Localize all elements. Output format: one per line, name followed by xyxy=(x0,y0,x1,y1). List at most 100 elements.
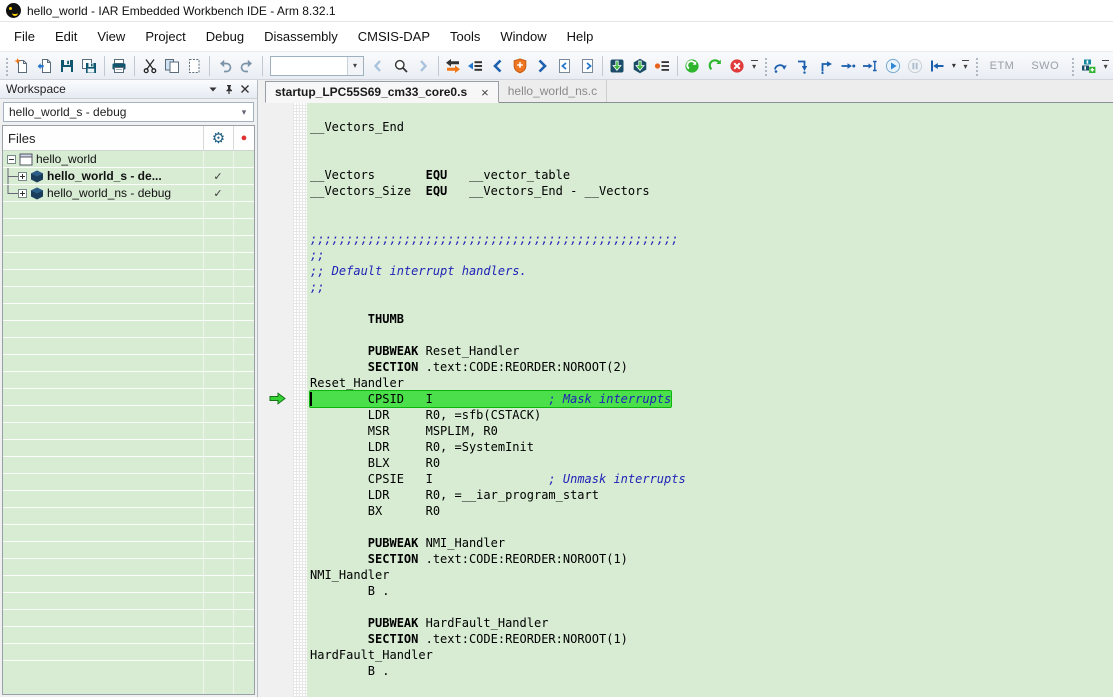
toolbar-button-swo[interactable]: SWO xyxy=(1023,55,1067,77)
configuration-dropdown[interactable]: hello_world_s - debug ▾ xyxy=(3,102,254,122)
copy-icon[interactable] xyxy=(161,54,182,77)
code-line: LDR R0, =sfb(CSTACK) xyxy=(310,407,1113,423)
editor-pane: startup_LPC55S69_cm33_core0.s× hello_worl… xyxy=(265,80,1113,697)
empty-row xyxy=(3,627,254,644)
settings-column-header[interactable]: ⚙ xyxy=(203,126,233,150)
new-document-icon[interactable] xyxy=(12,54,33,77)
find-previous-icon[interactable] xyxy=(368,54,389,77)
text-caret xyxy=(310,392,312,406)
empty-row xyxy=(3,338,254,355)
navigate-swap-icon[interactable] xyxy=(442,54,463,77)
debug-without-downloading-icon[interactable] xyxy=(629,54,650,77)
chevron-down-icon[interactable]: ▾ xyxy=(347,57,363,75)
toolbar-separator xyxy=(677,56,678,76)
find-combo-input[interactable] xyxy=(271,57,347,75)
save-all-icon[interactable] xyxy=(79,54,100,77)
find-next-icon[interactable] xyxy=(412,54,433,77)
breakpoint-margin[interactable] xyxy=(293,103,307,697)
expand-icon[interactable] xyxy=(18,172,27,181)
tree-item-hello-world[interactable]: hello_world xyxy=(3,151,254,168)
workspace-menu-button[interactable] xyxy=(205,82,221,97)
app-logo-icon xyxy=(6,3,21,18)
toolbar-overflow-button[interactable]: ▾ xyxy=(749,54,760,77)
tab-startup-lpc55s69-cm33-core0-s[interactable]: startup_LPC55S69_cm33_core0.s× xyxy=(265,81,499,103)
navigate-backward-icon[interactable] xyxy=(487,54,508,77)
code-line xyxy=(310,327,1113,343)
files-tree: hello_worldhello_world_s - de...✓hello_w… xyxy=(3,151,254,661)
menu-cmsis-dap[interactable]: CMSIS-DAP xyxy=(348,22,440,51)
empty-row xyxy=(3,406,254,423)
next-statement-icon[interactable] xyxy=(837,54,858,77)
close-icon[interactable]: × xyxy=(481,86,489,99)
toggle-bookmark-icon[interactable] xyxy=(509,54,530,77)
empty-row xyxy=(3,236,254,253)
editor-gutter[interactable] xyxy=(265,103,307,697)
menu-debug[interactable]: Debug xyxy=(196,22,254,51)
empty-row xyxy=(3,253,254,270)
code-line: CPSIE I ; Unmask interrupts xyxy=(310,471,1113,487)
breakpoint-column-header[interactable]: ● xyxy=(233,126,254,150)
paste-icon[interactable] xyxy=(184,54,205,77)
stop-debugging-icon[interactable] xyxy=(726,54,747,77)
open-document-icon[interactable] xyxy=(34,54,55,77)
go-to-function-icon[interactable] xyxy=(465,54,486,77)
dropdown-arrow-button[interactable]: ▾ xyxy=(949,54,959,77)
edit-breakpoints-icon[interactable] xyxy=(651,54,672,77)
previous-file-icon[interactable] xyxy=(554,54,575,77)
toolbar-overflow-button[interactable]: ▾ xyxy=(1100,54,1111,77)
tree-item-hello-world-ns-debug[interactable]: hello_world_ns - debug✓ xyxy=(3,185,254,202)
cut-icon[interactable] xyxy=(139,54,160,77)
download-and-debug-icon[interactable] xyxy=(607,54,628,77)
redo-icon[interactable] xyxy=(236,54,257,77)
tab-hello-world-ns-c[interactable]: hello_world_ns.c xyxy=(499,80,607,102)
power-log-icon[interactable] xyxy=(1078,54,1099,77)
navigate-forward-icon[interactable] xyxy=(532,54,553,77)
toolbar-separator xyxy=(262,56,263,76)
step-into-icon[interactable] xyxy=(793,54,814,77)
menu-tools[interactable]: Tools xyxy=(440,22,490,51)
reset-debug-icon[interactable] xyxy=(927,54,948,77)
next-file-icon[interactable] xyxy=(576,54,597,77)
empty-row xyxy=(3,202,254,219)
go-icon[interactable] xyxy=(882,54,903,77)
find-icon[interactable] xyxy=(390,54,411,77)
empty-row xyxy=(3,525,254,542)
toolbar-button-etm[interactable]: ETM xyxy=(982,55,1023,77)
tab-label: hello_world_ns.c xyxy=(508,84,597,98)
menu-window[interactable]: Window xyxy=(490,22,556,51)
print-icon[interactable] xyxy=(109,54,130,77)
empty-row xyxy=(3,474,254,491)
code-line: ;; xyxy=(310,247,1113,263)
code-line: THUMB xyxy=(310,311,1113,327)
editor-tab-bar: startup_LPC55S69_cm33_core0.s× hello_worl… xyxy=(265,80,1113,103)
break-icon[interactable] xyxy=(904,54,925,77)
menu-project[interactable]: Project xyxy=(135,22,195,51)
menu-disassembly[interactable]: Disassembly xyxy=(254,22,348,51)
menu-file[interactable]: File xyxy=(4,22,45,51)
reload-icon[interactable] xyxy=(704,54,725,77)
menu-help[interactable]: Help xyxy=(557,22,604,51)
empty-row xyxy=(3,355,254,372)
menu-view[interactable]: View xyxy=(87,22,135,51)
column-separator xyxy=(233,126,234,694)
code-line: __Vectors EQU __vector_table xyxy=(310,167,1113,183)
undo-icon[interactable] xyxy=(214,54,235,77)
step-over-icon[interactable] xyxy=(770,54,791,77)
collapse-icon[interactable] xyxy=(7,155,16,164)
workspace-close-button[interactable] xyxy=(237,82,253,97)
step-out-icon[interactable] xyxy=(815,54,836,77)
reset-icon[interactable] xyxy=(682,54,703,77)
code-editor[interactable]: __Vectors_End__Vectors EQU __vector_tabl… xyxy=(307,103,1113,697)
menu-edit[interactable]: Edit xyxy=(45,22,87,51)
build-check-cell: ✓ xyxy=(203,170,233,183)
expand-icon[interactable] xyxy=(18,189,27,198)
main-toolbar: ▾▾▾▾ETMSWO▾ xyxy=(0,52,1113,80)
workspace-pin-button[interactable] xyxy=(221,82,237,97)
tree-connector xyxy=(3,185,18,201)
find-combo[interactable]: ▾ xyxy=(270,56,364,76)
code-line: PUBWEAK HardFault_Handler xyxy=(310,615,1113,631)
tree-item-hello-world-s-de-[interactable]: hello_world_s - de...✓ xyxy=(3,168,254,185)
run-to-cursor-icon[interactable] xyxy=(860,54,881,77)
save-icon[interactable] xyxy=(56,54,77,77)
toolbar-overflow-button[interactable]: ▾ xyxy=(960,54,971,77)
